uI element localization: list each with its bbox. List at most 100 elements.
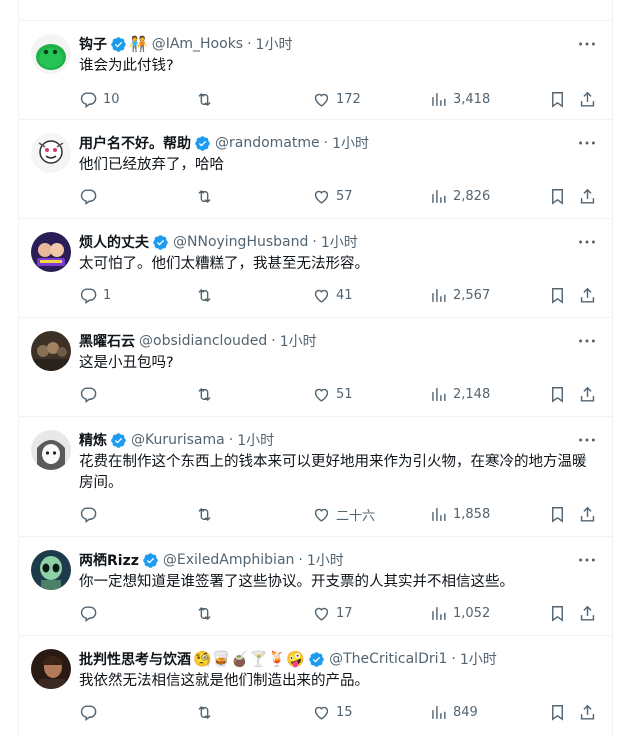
more-icon[interactable]	[576, 33, 600, 55]
tweet[interactable]: 黑曜石云 @obsidianclouded · 1小时 这是小丑包吗? 51 2…	[19, 318, 612, 417]
retweet-button[interactable]	[195, 286, 219, 305]
like-button[interactable]: 57	[312, 187, 353, 206]
handle[interactable]: @obsidianclouded	[139, 333, 267, 349]
reply-button[interactable]	[79, 187, 103, 206]
share-button[interactable]	[578, 286, 597, 305]
timestamp[interactable]: 1小时	[256, 34, 293, 54]
retweet-button[interactable]	[195, 703, 219, 722]
timestamp[interactable]: 1小时	[460, 649, 497, 669]
views-button[interactable]: 849	[429, 703, 478, 722]
like-button[interactable]: 17	[312, 604, 353, 623]
display-name[interactable]: 黑曜石云	[79, 331, 135, 351]
bookmark-button[interactable]	[548, 385, 567, 404]
bookmark-button[interactable]	[548, 286, 567, 305]
display-name[interactable]: 钩子	[79, 34, 107, 54]
views-button[interactable]: 2,826	[429, 187, 490, 206]
share-button[interactable]	[578, 505, 597, 524]
reply-button[interactable]: 1	[79, 286, 111, 305]
views-button[interactable]: 2,148	[429, 385, 490, 404]
views-button[interactable]: 1,052	[429, 604, 490, 623]
avatar[interactable]	[31, 331, 71, 371]
verified-icon	[110, 36, 127, 53]
more-icon[interactable]	[576, 132, 600, 154]
reply-icon	[80, 386, 97, 403]
retweet-button[interactable]	[195, 505, 219, 524]
timestamp[interactable]: 1小时	[280, 331, 317, 351]
display-name[interactable]: 烦人的丈夫	[79, 232, 149, 252]
handle[interactable]: @IAm_Hooks	[152, 36, 243, 52]
timestamp[interactable]: 1小时	[237, 430, 274, 450]
share-button[interactable]	[578, 187, 597, 206]
avatar[interactable]	[31, 232, 71, 272]
display-name[interactable]: 两栖Rizz	[79, 550, 139, 570]
retweet-button[interactable]	[195, 604, 219, 623]
reply-button[interactable]	[79, 505, 103, 524]
bookmark-button[interactable]	[548, 703, 567, 722]
share-button[interactable]	[578, 385, 597, 404]
bookmark-icon	[552, 506, 563, 523]
share-button[interactable]	[578, 703, 597, 722]
handle[interactable]: @NNoyingHusband	[173, 234, 308, 250]
share-button[interactable]	[578, 90, 597, 109]
avatar[interactable]	[31, 649, 71, 689]
avatar[interactable]	[31, 430, 71, 470]
tweet-content: 精炼 @Kururisama · 1小时 花费在制作这个东西上的钱本来可以更好地…	[79, 430, 600, 494]
retweet-icon	[198, 606, 211, 620]
tweet[interactable]: 批判性思考与饮酒 🧐🥃🧉🍸🍹🤪 @TheCriticalDri1 · 1小时 我…	[19, 636, 612, 738]
bookmark-icon	[552, 605, 563, 622]
more-icon[interactable]	[576, 549, 600, 571]
like-button[interactable]: 41	[312, 286, 353, 305]
timestamp[interactable]: 1小时	[321, 232, 358, 252]
views-button[interactable]: 1,858	[429, 505, 490, 524]
tweet[interactable]: 用户名不好。帮助 @randomatme · 1小时 他们已经放弃了，哈哈 57…	[19, 120, 612, 219]
reply-button[interactable]	[79, 703, 103, 722]
views-button[interactable]: 3,418	[429, 90, 490, 109]
views-button[interactable]: 2,567	[429, 286, 490, 305]
more-icon[interactable]	[576, 330, 600, 352]
timestamp[interactable]: 1小时	[307, 550, 344, 570]
share-icon	[580, 188, 595, 204]
retweet-button[interactable]	[195, 187, 219, 206]
like-icon	[314, 706, 329, 720]
display-name[interactable]: 精炼	[79, 430, 107, 450]
avatar[interactable]	[31, 133, 71, 173]
retweet-button[interactable]	[195, 385, 219, 404]
tweet[interactable]: 精炼 @Kururisama · 1小时 花费在制作这个东西上的钱本来可以更好地…	[19, 417, 612, 537]
bookmark-button[interactable]	[548, 90, 567, 109]
bookmark-button[interactable]	[548, 505, 567, 524]
tweet[interactable]: 两栖Rizz @ExiledAmphibian · 1小时 你一定想知道是谁签署…	[19, 537, 612, 636]
avatar[interactable]	[31, 550, 71, 590]
retweet-button[interactable]	[195, 90, 219, 109]
timestamp[interactable]: 1小时	[332, 133, 369, 153]
like-button[interactable]: 51	[312, 385, 353, 404]
display-name[interactable]: 用户名不好。帮助	[79, 133, 191, 153]
bookmark-button[interactable]	[548, 604, 567, 623]
share-icon	[580, 91, 595, 107]
avatar[interactable]	[31, 34, 71, 74]
view-count: 2,148	[453, 386, 491, 402]
tweet-content: 钩子 🧑‍🤝‍🧑 @IAm_Hooks · 1小时 谁会为此付钱?	[79, 34, 600, 77]
share-icon	[580, 506, 595, 522]
reply-button[interactable]	[79, 604, 103, 623]
tweet[interactable]: 钩子 🧑‍🤝‍🧑 @IAm_Hooks · 1小时 谁会为此付钱? 10 172…	[19, 21, 612, 120]
like-button[interactable]: 15	[312, 703, 353, 722]
like-button[interactable]: 172	[312, 90, 361, 109]
like-button[interactable]: 二十六	[312, 505, 375, 524]
views-icon	[432, 92, 446, 106]
more-icon[interactable]	[576, 231, 600, 253]
views-icon	[432, 189, 446, 203]
reply-button[interactable]: 10	[79, 90, 120, 109]
tweet[interactable]: 烦人的丈夫 @NNoyingHusband · 1小时 太可怕了。他们太糟糕了，…	[19, 219, 612, 318]
handle[interactable]: @TheCriticalDri1	[329, 651, 447, 667]
share-button[interactable]	[578, 604, 597, 623]
handle[interactable]: @Kururisama	[131, 432, 225, 448]
handle[interactable]: @ExiledAmphibian	[163, 552, 295, 568]
handle[interactable]: @randomatme	[215, 135, 320, 151]
bookmark-button[interactable]	[548, 187, 567, 206]
views-icon	[432, 705, 446, 719]
tweet-content: 黑曜石云 @obsidianclouded · 1小时 这是小丑包吗?	[79, 331, 600, 374]
display-name[interactable]: 批判性思考与饮酒	[79, 649, 191, 669]
reply-button[interactable]	[79, 385, 103, 404]
reply-feed: 钩子 🧑‍🤝‍🧑 @IAm_Hooks · 1小时 谁会为此付钱? 10 172…	[19, 21, 612, 738]
more-icon[interactable]	[576, 429, 600, 451]
